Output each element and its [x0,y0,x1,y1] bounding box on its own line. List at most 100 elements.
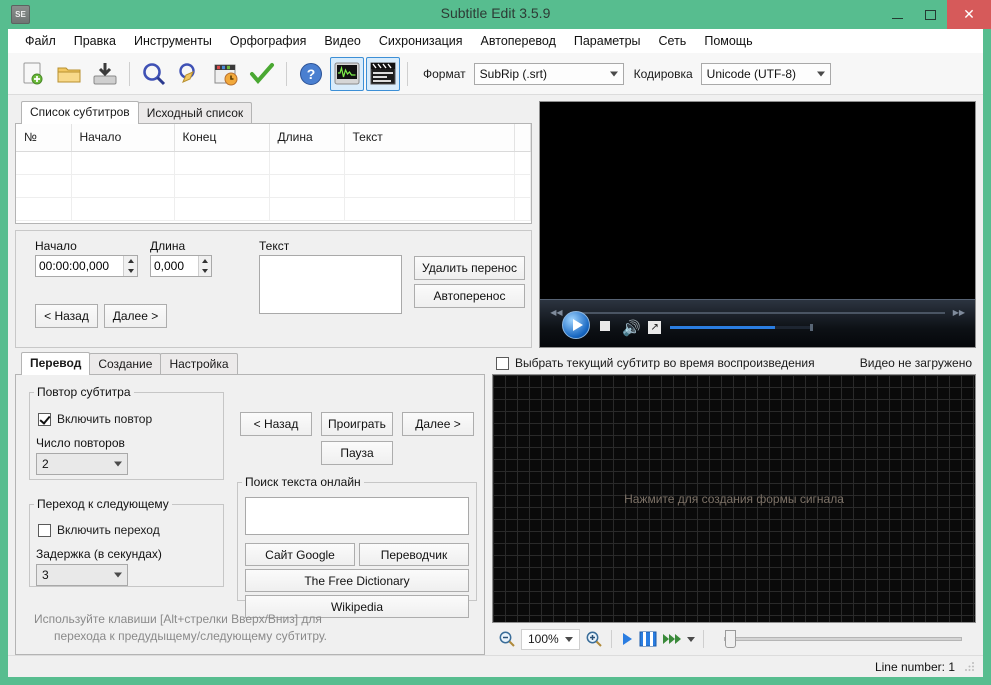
tab-subtitle-list[interactable]: Список субтитров [21,101,139,124]
subtitle-text-input[interactable] [259,255,402,314]
waveform-placeholder: Нажмите для создания формы сигнала [624,492,844,506]
translator-button[interactable]: Переводчик [359,543,469,566]
menu-item-video[interactable]: Видео [315,31,370,51]
select-current-subtitle-checkbox[interactable]: Выбрать текущий субтитр во время воспрои… [496,356,815,370]
replace-icon[interactable] [173,57,207,91]
help-icon[interactable]: ? [294,57,328,91]
column-header-text[interactable]: Текст [344,124,515,151]
stop-icon[interactable] [600,321,610,331]
close-button[interactable]: ✕ [947,0,991,29]
chevron-down-icon [114,573,122,578]
start-time-stepper[interactable] [35,255,138,277]
encoding-label: Кодировка [634,67,693,81]
fix-timing-icon[interactable] [209,57,243,91]
table-row[interactable] [16,151,531,174]
tab-adjust[interactable]: Настройка [160,353,237,375]
volume-slider[interactable] [670,326,810,329]
chevron-down-icon [114,462,122,467]
menu-item-autotranslate[interactable]: Автоперевод [472,31,565,51]
waveform-slider-knob[interactable] [725,630,736,648]
repeat-group: Повтор субтитра Включить повтор Число по… [29,385,224,480]
table-row[interactable] [16,174,531,197]
menu-item-file[interactable]: Файл [16,31,65,51]
minimize-button[interactable] [881,0,914,29]
unbreak-button[interactable]: Удалить перенос [414,256,525,280]
table-row[interactable] [16,197,531,220]
menu-item-spellcheck[interactable]: Орфография [221,31,315,51]
forward-icon[interactable]: ▶▶ [953,308,965,317]
enable-advance-checkbox[interactable]: Включить переход [38,523,160,537]
spin-up-button[interactable] [124,256,137,266]
spin-down-button[interactable] [124,266,137,276]
column-header-start[interactable]: Начало [71,124,174,151]
zoom-out-icon[interactable] [498,630,516,648]
duration-input[interactable] [151,256,198,276]
volume-knob[interactable] [810,324,813,331]
enable-repeat-checkbox[interactable]: Включить повтор [38,412,152,426]
video-player-panel[interactable]: ◀◀ ▶▶ 🔊 ↗ [539,101,976,348]
duration-spin-buttons[interactable] [198,256,211,276]
fullscreen-icon[interactable]: ↗ [648,321,661,334]
find-icon[interactable] [137,57,171,91]
play-icon[interactable] [562,311,590,339]
previous-subtitle-button[interactable]: < Назад [35,304,98,328]
online-search-legend: Поиск текста онлайн [242,475,364,489]
duration-stepper[interactable] [150,255,212,277]
delay-combo[interactable]: 3 [36,564,128,586]
maximize-button[interactable] [914,0,947,29]
waveform-canvas[interactable]: Нажмите для создания формы сигнала [492,374,976,623]
menu-item-options[interactable]: Параметры [565,31,650,51]
column-header-number[interactable]: № [16,124,71,151]
menu-item-tools[interactable]: Инструменты [125,31,221,51]
menu-item-edit[interactable]: Правка [65,31,125,51]
waveform-play-icon[interactable] [620,631,634,647]
save-icon[interactable] [88,57,122,91]
autobreak-button[interactable]: Автоперенос [414,284,525,308]
fast-forward-icon[interactable] [662,631,682,647]
toolbar-separator [611,630,612,648]
playback-play-button[interactable]: Проиграть [321,412,393,436]
spin-down-button[interactable] [199,266,211,276]
repeat-count-combo[interactable]: 2 [36,453,128,475]
start-time-input[interactable] [36,256,123,276]
playback-previous-button[interactable]: < Назад [240,412,312,436]
waveform-position-slider[interactable] [724,637,962,641]
zoom-level-combo[interactable]: 100% [521,629,580,650]
rewind-icon[interactable]: ◀◀ [550,308,562,317]
waveform-toggle-icon[interactable] [330,57,364,91]
filmstrip-icon[interactable] [639,631,657,647]
subtitle-listview[interactable]: № Начало Конец Длина Текст [15,123,532,224]
menu-item-sync[interactable]: Сихронизация [370,31,472,51]
select-current-subtitle-label: Выбрать текущий субтитр во время воспрои… [515,356,815,370]
free-dictionary-button[interactable]: The Free Dictionary [245,569,469,592]
column-header-end[interactable]: Конец [174,124,269,151]
spellcheck-icon[interactable] [245,57,279,91]
playback-pause-button[interactable]: Пауза [321,441,393,465]
playback-next-button[interactable]: Далее > [402,412,474,436]
delay-label: Задержка (в секундах) [36,547,162,561]
volume-icon[interactable]: 🔊 [622,321,641,336]
start-time-spin-buttons[interactable] [123,256,137,276]
google-site-button[interactable]: Сайт Google [245,543,355,566]
video-toggle-icon[interactable] [366,57,400,91]
toolbar-separator [407,62,408,86]
encoding-combo[interactable]: Unicode (UTF-8) [701,63,831,85]
resize-grip-icon[interactable] [963,661,975,673]
video-seek-slider[interactable] [570,312,945,314]
spin-up-button[interactable] [199,256,211,266]
upper-area: Список субтитров Исходный список № Начал… [8,95,983,348]
column-header-duration[interactable]: Длина [269,124,344,151]
zoom-in-icon[interactable] [585,630,603,648]
new-icon[interactable] [16,57,50,91]
menu-item-network[interactable]: Сеть [650,31,696,51]
next-subtitle-button[interactable]: Далее > [104,304,167,328]
video-screen[interactable] [540,102,975,299]
menu-item-help[interactable]: Помощь [695,31,761,51]
format-combo[interactable]: SubRip (.srt) [474,63,624,85]
tab-translate[interactable]: Перевод [21,352,90,375]
chevron-down-icon[interactable] [687,637,695,642]
online-search-input[interactable] [245,497,469,535]
tab-original-list[interactable]: Исходный список [138,102,252,124]
tab-create[interactable]: Создание [89,353,161,375]
open-icon[interactable] [52,57,86,91]
